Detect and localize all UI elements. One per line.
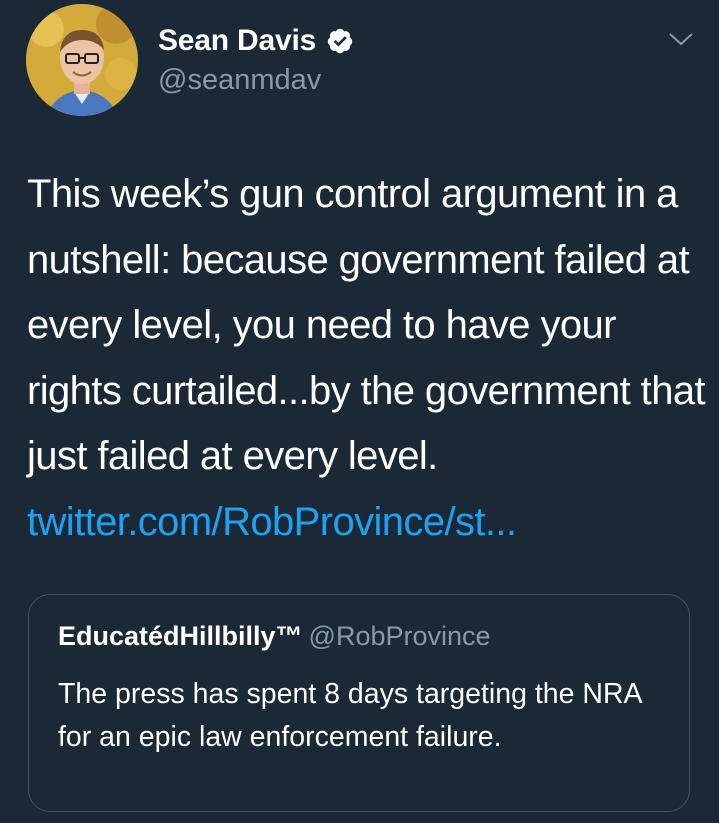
quoted-tweet-header: EducatédHillbilly™ @RobProvince xyxy=(58,621,491,652)
quoted-author-name: EducatédHillbilly™ xyxy=(58,621,303,651)
quoted-tweet-text: The press has spent 8 days targeting the… xyxy=(58,678,641,753)
tweet-card: Sean Davis @seanmdav This week’s gun con… xyxy=(0,0,719,823)
verified-badge-icon xyxy=(326,27,354,55)
tweet-text: This week’s gun control argument in a nu… xyxy=(27,172,706,478)
avatar-photo xyxy=(26,4,138,116)
tweet-link[interactable]: twitter.com/RobProvince/st... xyxy=(27,500,517,544)
author-display-name[interactable]: Sean Davis xyxy=(158,24,316,58)
author-name-row[interactable]: Sean Davis xyxy=(158,21,354,61)
avatar[interactable] xyxy=(26,4,138,116)
quoted-author-handle: @RobProvince xyxy=(308,621,491,651)
tweet-body: This week’s gun control argument in a nu… xyxy=(27,162,707,555)
author-handle[interactable]: @seanmdav xyxy=(158,64,321,97)
quoted-tweet-card[interactable]: EducatédHillbilly™ @RobProvince The press… xyxy=(28,594,690,812)
chevron-down-icon[interactable] xyxy=(668,30,694,48)
